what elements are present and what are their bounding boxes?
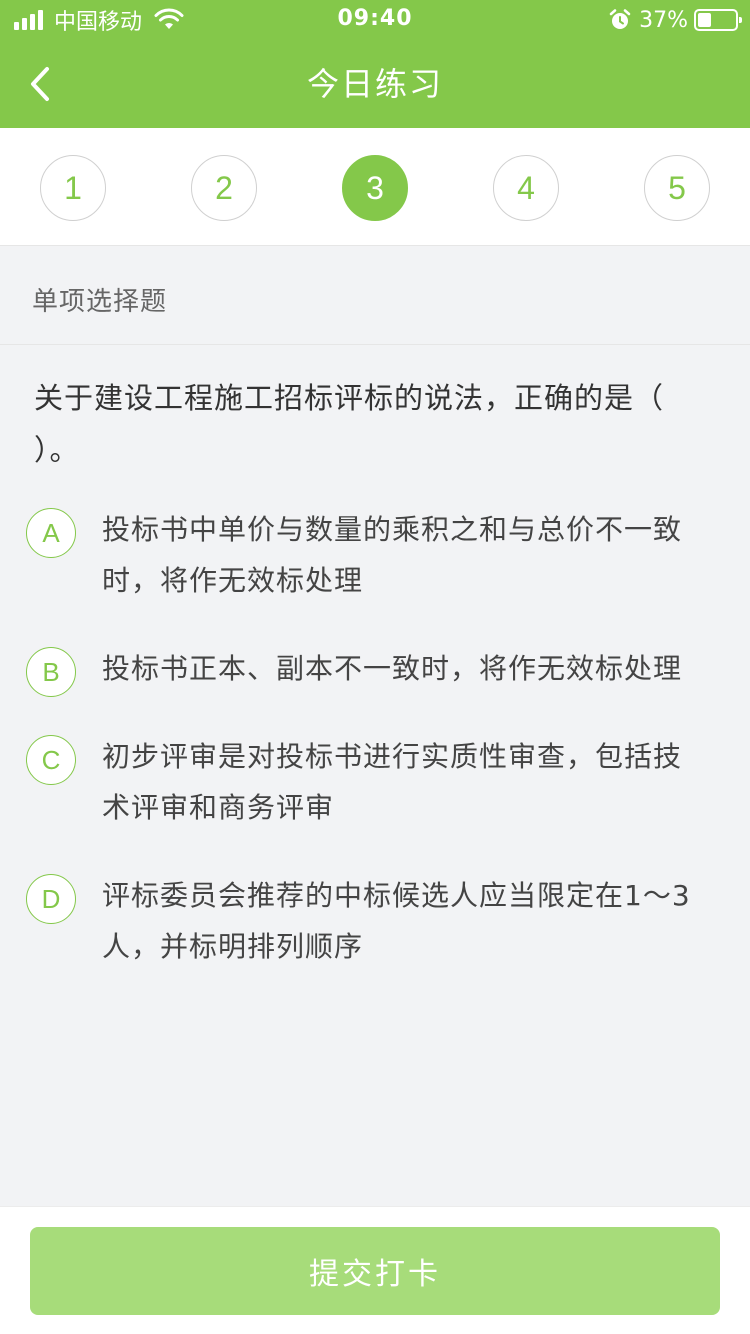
status-right: 37% (609, 6, 742, 34)
question-type-bar: 单项选择题 (0, 247, 750, 345)
option-d-text: 评标委员会推荐的中标候选人应当限定在1～3人，并标明排列顺序 (102, 879, 691, 963)
battery-percent: 37% (639, 7, 688, 33)
question-text: 关于建设工程施工招标评标的说法，正确的是（ ）。 (34, 381, 665, 467)
option-d-letter: D (26, 874, 76, 924)
option-c-letter: C (26, 735, 76, 785)
option-b-text: 投标书正本、副本不一致时，将作无效标处理 (102, 652, 683, 685)
question-type-label: 单项选择题 (32, 287, 168, 317)
battery-icon (694, 9, 742, 31)
battery-fill (698, 13, 711, 27)
submit-checkin-button[interactable]: 提交打卡 (30, 1227, 720, 1315)
status-bar: 中国移动 09:40 37% (0, 0, 750, 40)
option-c-text: 初步评审是对投标书进行实质性审查，包括技术评审和商务评审 (102, 740, 683, 824)
question-step-nav: 1 2 3 4 5 (0, 128, 750, 246)
battery-tip (739, 17, 742, 23)
step-4[interactable]: 4 (493, 155, 559, 221)
footer-bar: 提交打卡 (0, 1206, 750, 1334)
option-b-letter: B (26, 647, 76, 697)
step-2[interactable]: 2 (191, 155, 257, 221)
option-a-text: 投标书中单价与数量的乘积之和与总价不一致时，将作无效标处理 (102, 513, 683, 597)
app-header: 中国移动 09:40 37% 今日练习 (0, 0, 750, 128)
option-a-letter: A (26, 508, 76, 558)
step-3[interactable]: 3 (342, 155, 408, 221)
page-title: 今日练习 (306, 65, 443, 103)
step-5[interactable]: 5 (644, 155, 710, 221)
step-1[interactable]: 1 (40, 155, 106, 221)
alarm-icon (609, 9, 631, 29)
